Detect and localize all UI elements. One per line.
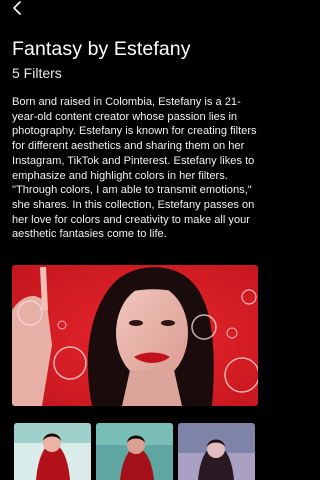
collection-description: Born and raised in Colombia, Estefany is…	[12, 96, 257, 241]
page-title: Fantasy by Estefany	[12, 38, 191, 60]
filter-thumbnail-1[interactable]	[14, 423, 91, 480]
chevron-left-icon	[12, 0, 24, 20]
filter-thumbnail-3[interactable]	[178, 423, 255, 480]
hero-image	[12, 265, 258, 406]
back-button[interactable]	[6, 0, 30, 20]
filter-thumbnail-2[interactable]	[96, 423, 173, 480]
filter-count: 5 Filters	[12, 65, 62, 81]
